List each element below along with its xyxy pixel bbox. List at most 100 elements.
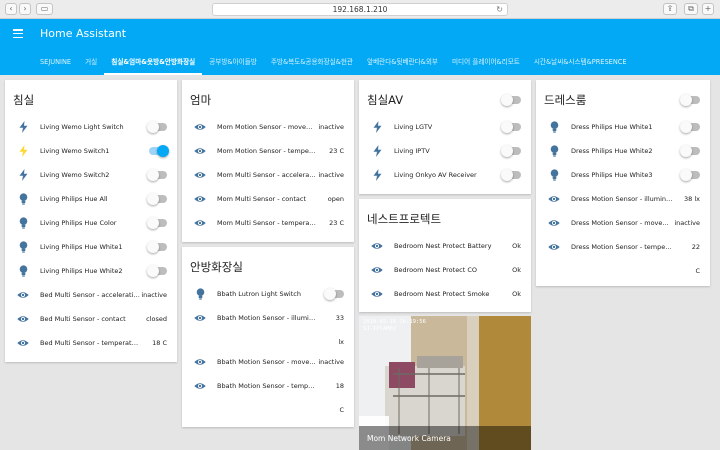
sensor-row[interactable]: Bed Multi Sensor - contact closed bbox=[5, 307, 177, 331]
eye-icon bbox=[17, 337, 29, 349]
card-title: 네스트프로텍트 bbox=[367, 212, 442, 226]
card-bedroom-av: 침실AV Living LGTV Living IPTV Living Onkyo … bbox=[359, 80, 531, 194]
sensor-row[interactable]: Dress Motion Sensor - move... inactive bbox=[536, 211, 710, 235]
camera-card[interactable]: 2018-02-18 16:19:56 SJ-IPCAM02 Mom Netwo… bbox=[359, 316, 531, 450]
sensor-row[interactable]: Bedroom Nest Protect Smoke Ok bbox=[359, 282, 531, 306]
eye-icon bbox=[548, 193, 560, 205]
tabs-overview-icon[interactable]: ⧉ bbox=[684, 3, 698, 15]
sensor-row[interactable]: Bed Multi Sensor - temperature 18 C bbox=[5, 331, 177, 355]
tab-6[interactable]: 미디어 플레이어&리모트 bbox=[445, 54, 527, 75]
switch-row[interactable]: Living IPTV bbox=[359, 139, 531, 163]
sensor-row[interactable]: Mom Multi Sensor - temperature 23 C bbox=[182, 211, 354, 235]
entity-toggle[interactable] bbox=[501, 121, 521, 133]
entity-toggle[interactable] bbox=[680, 121, 700, 133]
forward-button[interactable]: › bbox=[19, 3, 31, 15]
switch-row[interactable]: Living Wemo Switch2 bbox=[5, 163, 177, 187]
entity-state: inactive bbox=[318, 358, 344, 366]
group-toggle[interactable] bbox=[680, 94, 700, 106]
entity-toggle[interactable] bbox=[680, 145, 700, 157]
entity-label: Living Philips Hue Color bbox=[40, 219, 117, 227]
entity-toggle[interactable] bbox=[149, 145, 169, 157]
entity-label: Mom Motion Sensor - temperature bbox=[217, 147, 318, 155]
entity-toggle[interactable] bbox=[501, 145, 521, 157]
switch-row[interactable]: Dress Philips Hue White1 bbox=[536, 115, 710, 139]
entity-state: inactive bbox=[318, 123, 344, 131]
sensor-row[interactable]: Mom Multi Sensor - accelerati... inactive bbox=[182, 163, 354, 187]
switch-row[interactable]: Living Philips Hue All bbox=[5, 187, 177, 211]
switch-row[interactable]: Living Wemo Switch1 bbox=[5, 139, 177, 163]
switch-row[interactable]: Living LGTV bbox=[359, 115, 531, 139]
flash-icon bbox=[371, 169, 383, 181]
entity-toggle[interactable] bbox=[147, 241, 167, 253]
view-tabs: SEJUNINE 거실 침실&엄마&옷방&안방화장실 공부방&아이들방 주방&복도&공용… bbox=[33, 54, 634, 75]
group-toggle[interactable] bbox=[501, 94, 521, 106]
tab-1[interactable]: 거실 bbox=[78, 54, 104, 75]
card-title: 안방화장실 bbox=[190, 260, 243, 274]
flash-icon bbox=[371, 145, 383, 157]
entity-toggle[interactable] bbox=[501, 169, 521, 181]
share-icon[interactable]: ⇪ bbox=[663, 3, 677, 15]
switch-row[interactable]: Living Philips Hue Color bbox=[5, 211, 177, 235]
switch-row[interactable]: Living Wemo Light Switch bbox=[5, 115, 177, 139]
entity-toggle[interactable] bbox=[147, 217, 167, 229]
sensor-row[interactable]: Mom Motion Sensor - moveme... inactive bbox=[182, 115, 354, 139]
card-bath: 안방화장실 Bbath Lutron Light Switch Bbath Mot… bbox=[182, 247, 354, 427]
entity-label: Living IPTV bbox=[394, 147, 430, 155]
entity-label: Mom Multi Sensor - temperature bbox=[217, 219, 318, 227]
card-title: 침실AV bbox=[367, 93, 404, 107]
new-tab-icon[interactable]: + bbox=[702, 3, 714, 15]
entity-unit: C bbox=[695, 267, 700, 275]
switch-row[interactable]: Dress Philips Hue White2 bbox=[536, 139, 710, 163]
entity-label: Bbath Motion Sensor - illuminan... bbox=[217, 314, 318, 322]
sidebar-toggle-icon[interactable]: ▭ bbox=[36, 3, 53, 15]
entity-toggle[interactable] bbox=[147, 193, 167, 205]
switch-row[interactable]: Dress Philips Hue White3 bbox=[536, 163, 710, 187]
bulb-icon bbox=[17, 241, 29, 253]
entity-label: Bed Multi Sensor - acceleration bbox=[40, 291, 141, 299]
tab-7[interactable]: 시간&날씨&시스템&PRESENCE bbox=[527, 54, 634, 75]
browser-toolbar: ‹ › ▭ 192.168.1.210 ↻ ⇪ ⧉ + bbox=[0, 0, 720, 19]
sensor-row[interactable]: Dress Motion Sensor - temperatu... 22 C bbox=[536, 235, 710, 275]
tab-3[interactable]: 공부방&아이들방 bbox=[202, 54, 264, 75]
eye-icon bbox=[194, 169, 206, 181]
flash-icon bbox=[17, 121, 29, 133]
tab-2[interactable]: 침실&엄마&옷방&안방화장실 bbox=[104, 54, 203, 75]
entity-label: Living Philips Hue White2 bbox=[40, 267, 123, 275]
entity-toggle[interactable] bbox=[324, 288, 344, 300]
app-header: Home Assistant SEJUNINE 거실 침실&엄마&옷방&안방화장실 공… bbox=[0, 19, 720, 75]
tab-4[interactable]: 주방&복도&공용화장실&현관 bbox=[264, 54, 360, 75]
entity-label: Living Wemo Switch2 bbox=[40, 171, 110, 179]
sensor-row[interactable]: Dress Motion Sensor - illuminance 38 lx bbox=[536, 187, 710, 211]
entity-toggle[interactable] bbox=[147, 121, 167, 133]
sensor-row[interactable]: Bbath Motion Sensor - illuminan... 33 lx bbox=[182, 306, 354, 346]
card-title: 엄마 bbox=[190, 93, 212, 107]
eye-icon bbox=[371, 288, 383, 300]
entity-label: Bbath Motion Sensor - temperat... bbox=[217, 382, 318, 390]
menu-icon[interactable] bbox=[13, 29, 23, 39]
switch-row[interactable]: Living Philips Hue White2 bbox=[5, 259, 177, 283]
switch-row[interactable]: Bbath Lutron Light Switch bbox=[182, 282, 354, 306]
back-button[interactable]: ‹ bbox=[5, 3, 17, 15]
bulb-icon bbox=[548, 169, 560, 181]
switch-row[interactable]: Living Onkyo AV Receiver bbox=[359, 163, 531, 187]
sensor-row[interactable]: Bbath Motion Sensor - temperat... 18 C bbox=[182, 374, 354, 414]
entity-toggle[interactable] bbox=[147, 169, 167, 181]
bulb-icon bbox=[17, 265, 29, 277]
tab-0[interactable]: SEJUNINE bbox=[33, 54, 78, 75]
tab-5[interactable]: 앞베란다&뒷베란다&외부 bbox=[360, 54, 445, 75]
entity-state: inactive bbox=[674, 219, 700, 227]
sensor-row[interactable]: Bedroom Nest Protect Battery Ok bbox=[359, 234, 531, 258]
sensor-row[interactable]: Bedroom Nest Protect CO Ok bbox=[359, 258, 531, 282]
sensor-row[interactable]: Bbath Motion Sensor - move... inactive bbox=[182, 350, 354, 374]
entity-toggle[interactable] bbox=[680, 169, 700, 181]
card-dressroom: 드레스룸 Dress Philips Hue White1 Dress Phili… bbox=[536, 80, 710, 286]
reload-icon[interactable]: ↻ bbox=[496, 4, 503, 15]
entity-state: 22 bbox=[691, 243, 700, 251]
address-bar[interactable]: 192.168.1.210 ↻ bbox=[212, 3, 508, 16]
card-title: 침실 bbox=[13, 93, 35, 107]
sensor-row[interactable]: Mom Multi Sensor - contact open bbox=[182, 187, 354, 211]
sensor-row[interactable]: Mom Motion Sensor - temperature 23 C bbox=[182, 139, 354, 163]
switch-row[interactable]: Living Philips Hue White1 bbox=[5, 235, 177, 259]
entity-toggle[interactable] bbox=[147, 265, 167, 277]
sensor-row[interactable]: Bed Multi Sensor - acceleration inactive bbox=[5, 283, 177, 307]
